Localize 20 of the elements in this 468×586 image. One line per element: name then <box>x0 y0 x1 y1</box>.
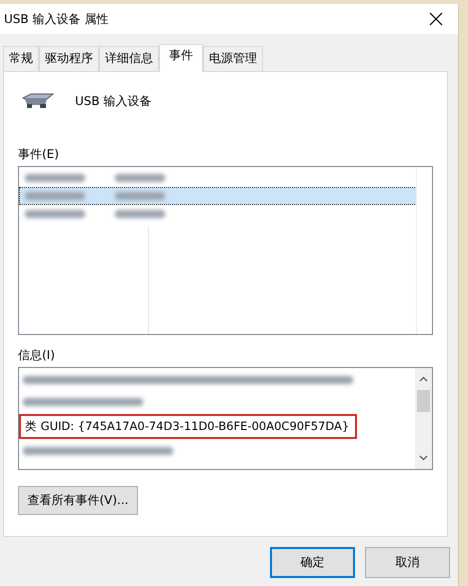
events-list[interactable] <box>18 166 433 335</box>
event-row[interactable] <box>19 187 417 205</box>
tab[interactable]: 电源管理 <box>203 46 263 71</box>
tab[interactable]: 详细信息 <box>99 46 159 71</box>
ok-button[interactable]: 确定 <box>270 547 355 578</box>
cancel-button[interactable]: 取消 <box>365 547 450 578</box>
tab[interactable]: 驱动程序 <box>39 46 99 71</box>
scroll-down-icon[interactable] <box>419 455 428 461</box>
guid-text: 类 GUID: {745A17A0-74D3-11D0-B6FE-00A0C90F57DA} <box>19 414 358 439</box>
scrollbar[interactable] <box>415 368 432 469</box>
device-name: USB 输入设备 <box>75 92 152 110</box>
info-label: 信息(I) <box>18 347 56 364</box>
events-label: 事件(E) <box>18 146 60 163</box>
device-icon <box>21 92 55 110</box>
scroll-thumb[interactable] <box>417 390 430 412</box>
scroll-up-icon[interactable] <box>419 376 428 382</box>
tab[interactable]: 常规 <box>3 46 39 71</box>
tab[interactable]: 事件 <box>159 44 203 72</box>
view-all-events-button[interactable]: 查看所有事件(V)... <box>18 486 138 515</box>
window-title: USB 输入设备 属性 <box>4 10 108 28</box>
